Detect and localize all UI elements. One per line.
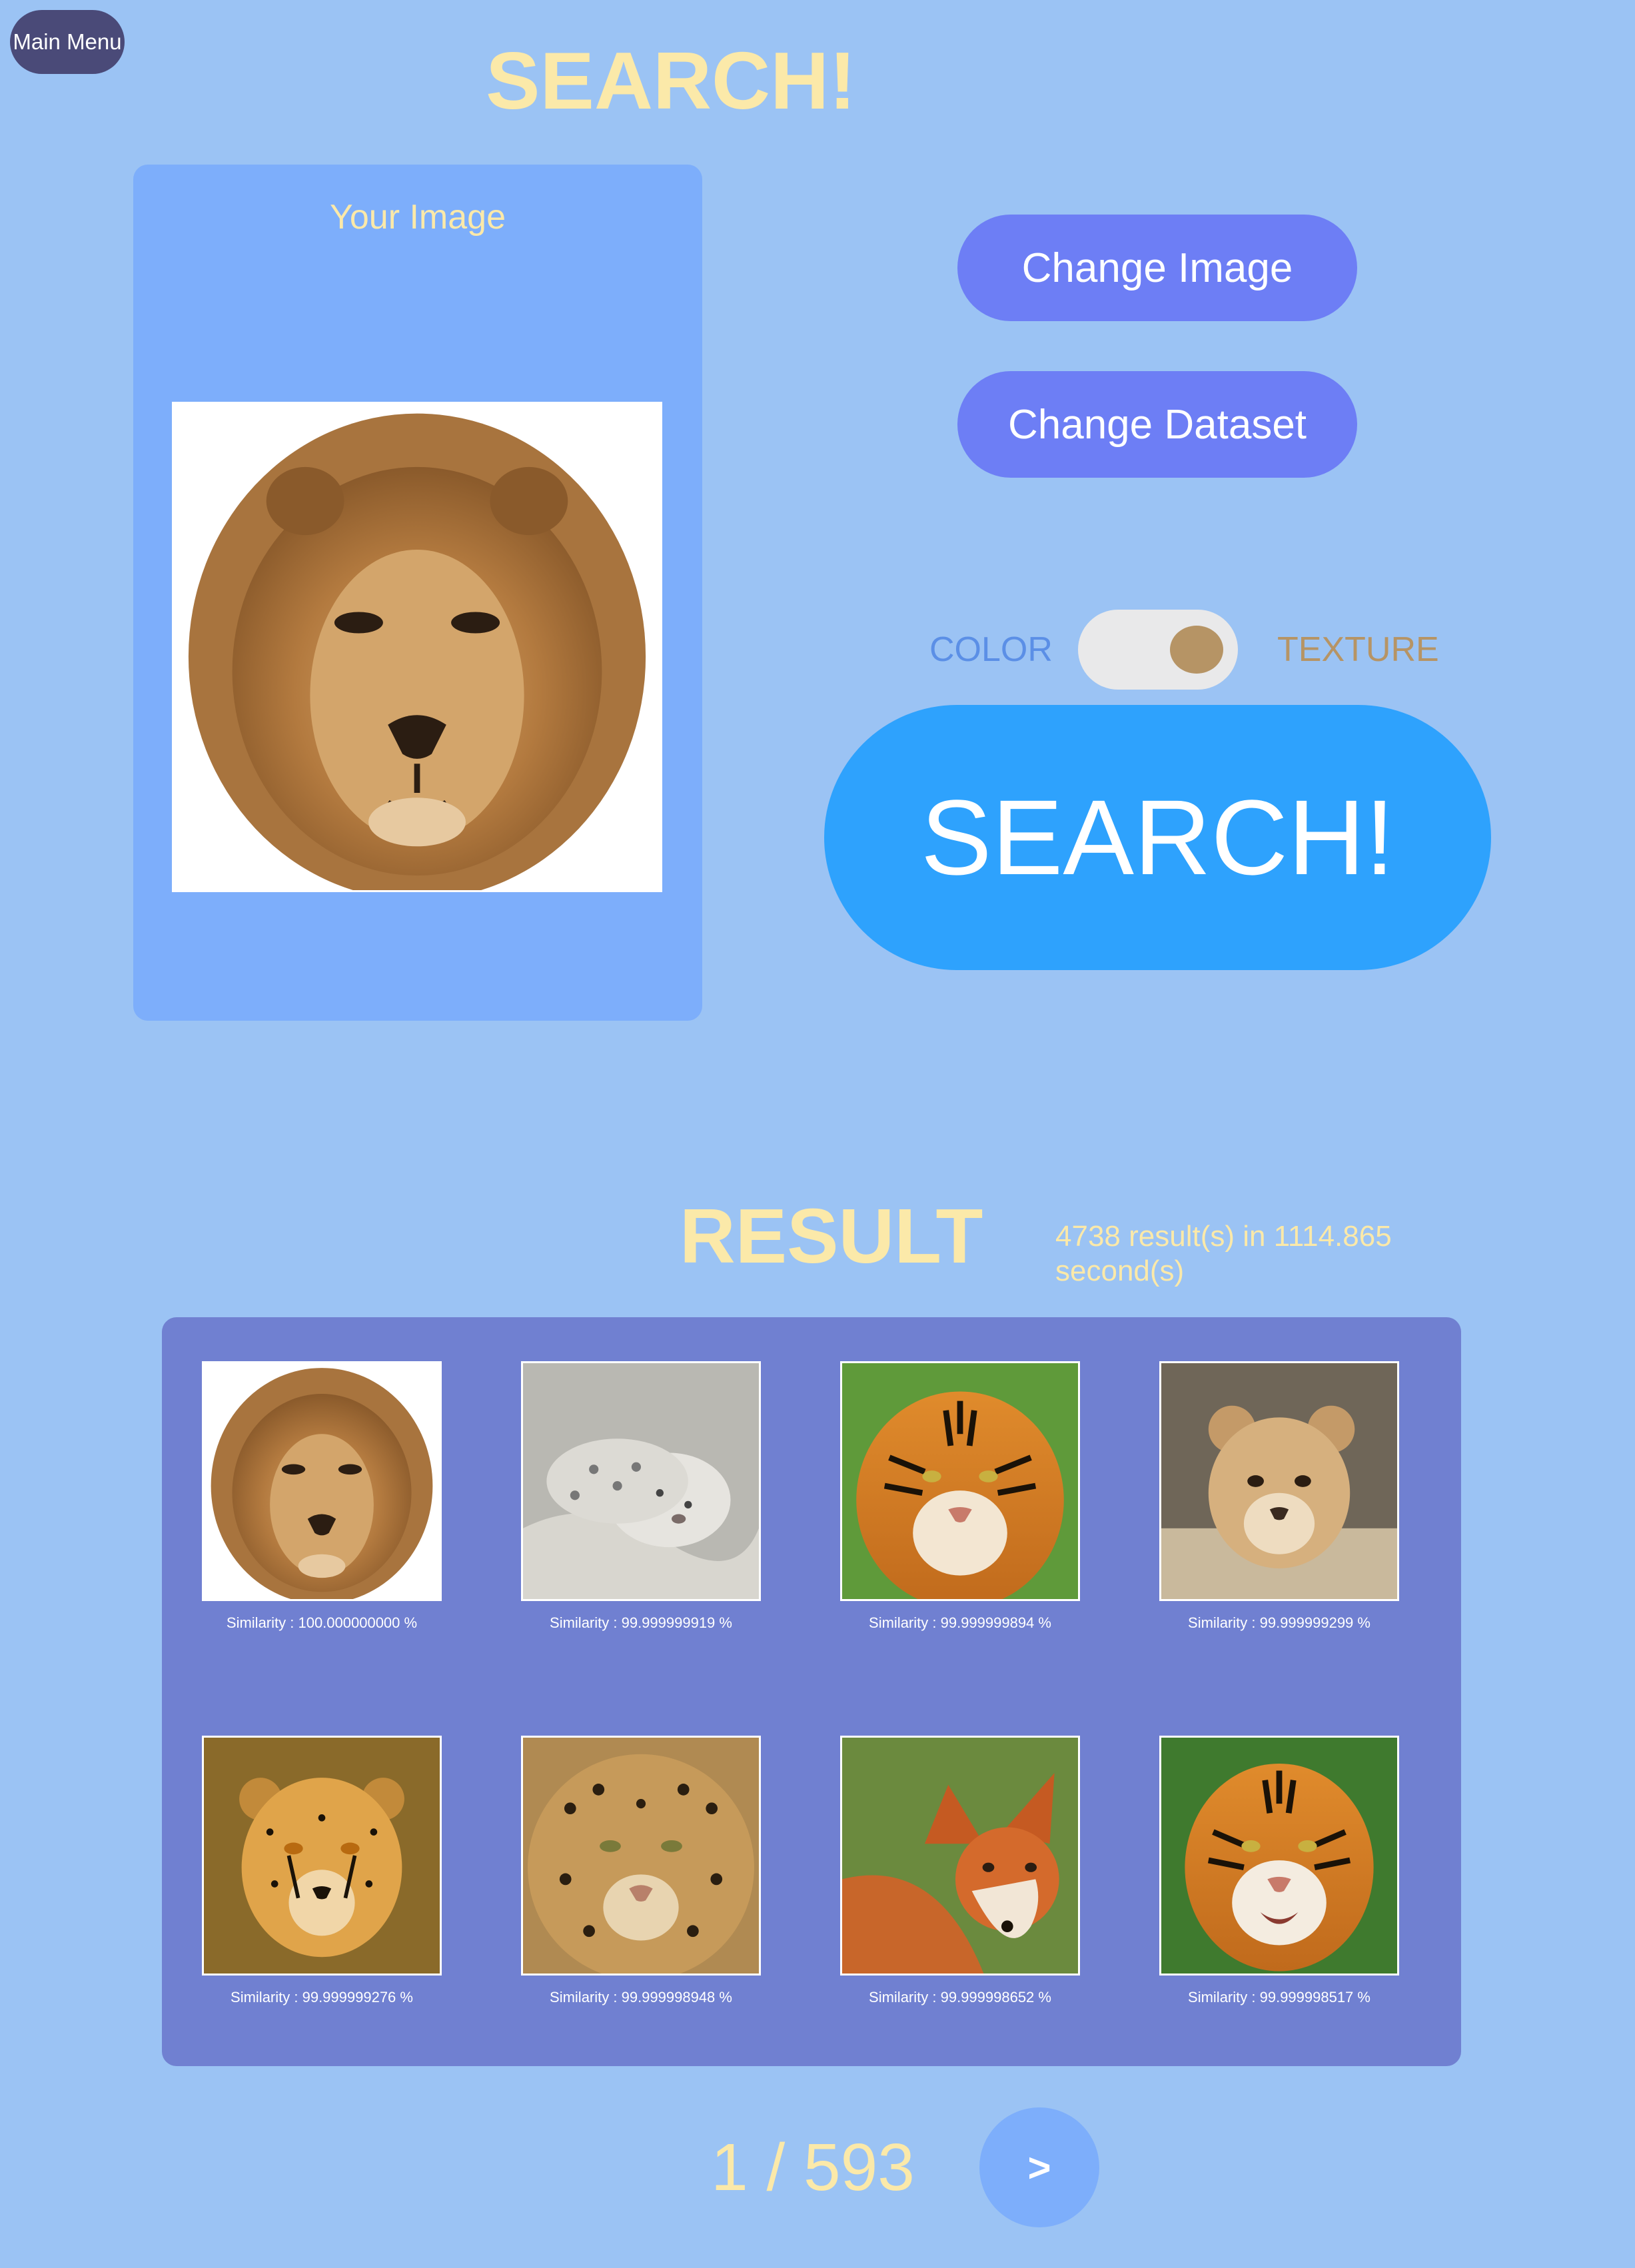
result-similarity: Similarity : 99.999998517 % <box>1188 1989 1370 2005</box>
result-title: RESULT <box>680 1193 983 1279</box>
page-indicator: 1 / 593 <box>711 2130 915 2205</box>
change-image-button[interactable]: Change Image <box>957 215 1357 321</box>
results-panel: Similarity : 100.000000000 % Similarity … <box>162 1317 1461 2066</box>
toggle-label-texture: TEXTURE <box>1277 630 1439 669</box>
result-similarity: Similarity : 99.999999894 % <box>869 1614 1051 1631</box>
result-image-red-fox[interactable] <box>840 1736 1080 1976</box>
result-image-lion-cub[interactable] <box>1159 1361 1399 1601</box>
change-dataset-button[interactable]: Change Dataset <box>957 371 1357 478</box>
result-image-tiger[interactable] <box>1159 1736 1399 1976</box>
result-card: Similarity : 99.999999919 % <box>521 1361 761 1632</box>
result-stats: 4738 result(s) in 1114.865 second(s) <box>1055 1220 1392 1287</box>
color-texture-toggle[interactable] <box>1078 610 1238 690</box>
next-page-button[interactable]: > <box>979 2107 1099 2227</box>
result-card: Similarity : 99.999998652 % <box>840 1736 1080 2006</box>
toggle-label-color: COLOR <box>929 630 1053 669</box>
query-image-panel: Your Image <box>133 165 702 1021</box>
result-similarity: Similarity : 99.999998652 % <box>869 1989 1051 2005</box>
result-image-tiger[interactable] <box>840 1361 1080 1601</box>
result-similarity: Similarity : 99.999998948 % <box>550 1989 732 2005</box>
result-similarity: Similarity : 99.999999299 % <box>1188 1614 1370 1631</box>
lion-face-image <box>174 404 660 890</box>
result-image-snow-leopard[interactable] <box>521 1361 761 1601</box>
page-title: SEARCH! <box>486 35 856 126</box>
result-card: Similarity : 100.000000000 % <box>202 1361 442 1632</box>
result-similarity: Similarity : 99.999999919 % <box>550 1614 732 1631</box>
result-image-lion[interactable] <box>202 1361 442 1601</box>
result-card: Similarity : 99.999999894 % <box>840 1361 1080 1632</box>
result-image-cheetah[interactable] <box>202 1736 442 1976</box>
result-card: Similarity : 99.999999276 % <box>202 1736 442 2006</box>
result-similarity: Similarity : 100.000000000 % <box>226 1614 418 1631</box>
result-card: Similarity : 99.999999299 % <box>1159 1361 1399 1632</box>
result-image-leopard[interactable] <box>521 1736 761 1976</box>
result-card: Similarity : 99.999998517 % <box>1159 1736 1399 2006</box>
search-button[interactable]: SEARCH! <box>824 705 1491 970</box>
toggle-knob <box>1170 626 1223 674</box>
result-card: Similarity : 99.999998948 % <box>521 1736 761 2006</box>
query-image <box>172 402 662 892</box>
query-image-label: Your Image <box>329 198 506 237</box>
result-similarity: Similarity : 99.999999276 % <box>231 1989 413 2005</box>
